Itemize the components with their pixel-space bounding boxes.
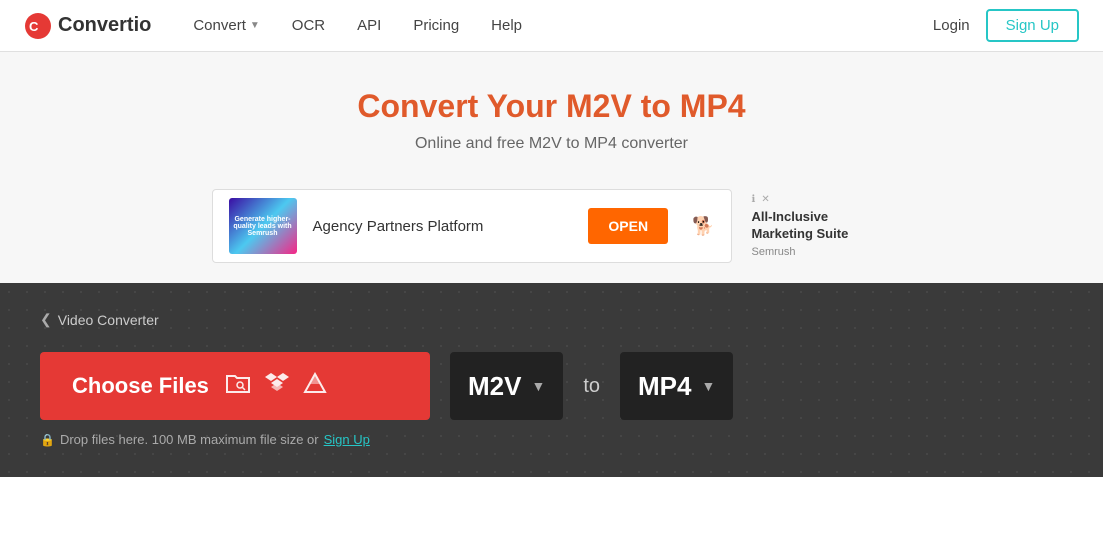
hero-section: Convert Your M2V to MP4 Online and free … (0, 52, 1103, 181)
signup-button[interactable]: Sign Up (986, 9, 1079, 42)
drop-hint: 🔒 Drop files here. 100 MB maximum file s… (40, 432, 1063, 447)
choose-files-button[interactable]: Choose Files (40, 352, 430, 420)
from-format-arrow-icon: ▼ (531, 378, 545, 394)
folder-icon (225, 372, 251, 400)
logo-icon: C (24, 12, 52, 40)
ad-text: Agency Partners Platform (313, 218, 573, 235)
header-right: Login Sign Up (933, 9, 1079, 42)
logo[interactable]: C Convertio (24, 12, 151, 40)
converter-section: ❮ Video Converter Choose Files (0, 283, 1103, 477)
nav-convert[interactable]: Convert ▼ (181, 11, 271, 40)
ad-image: Generate higher-quality leads with Semru… (229, 198, 297, 254)
dropbox-icon (265, 372, 289, 400)
nav-pricing[interactable]: Pricing (401, 11, 471, 40)
to-label: to (583, 375, 600, 398)
to-format-arrow-icon: ▼ (701, 378, 715, 394)
ad-open-button[interactable]: OPEN (588, 208, 668, 244)
from-format-selector[interactable]: M2V ▼ (450, 352, 563, 420)
main-nav: Convert ▼ OCR API Pricing Help (181, 11, 933, 40)
to-format-label: MP4 (638, 371, 691, 402)
video-converter-breadcrumb[interactable]: ❮ Video Converter (40, 311, 1063, 328)
choose-files-icons (225, 372, 327, 400)
nav-ocr[interactable]: OCR (280, 11, 337, 40)
login-button[interactable]: Login (933, 17, 970, 34)
ad-side-top: ℹ ✕ (752, 194, 892, 205)
header: C Convertio Convert ▼ OCR API Pricing He… (0, 0, 1103, 52)
ad-side-brand: Semrush (752, 246, 892, 258)
svg-text:C: C (29, 19, 39, 34)
signup-link[interactable]: Sign Up (324, 432, 370, 447)
from-format-label: M2V (468, 371, 521, 402)
ad-card: Generate higher-quality leads with Semru… (212, 189, 732, 263)
page-title: Convert Your M2V to MP4 (20, 88, 1083, 125)
converter-row: Choose Files (40, 352, 1063, 420)
to-format-selector[interactable]: MP4 ▼ (620, 352, 733, 420)
nav-help[interactable]: Help (479, 11, 534, 40)
info-icon: ℹ (752, 194, 756, 205)
chevron-left-icon: ❮ (40, 311, 52, 328)
nav-api[interactable]: API (345, 11, 393, 40)
ad-close-icon[interactable]: 🐕 (692, 216, 714, 237)
drive-icon (303, 372, 327, 400)
ad-side-title: All-Inclusive Marketing Suite (752, 209, 892, 243)
logo-text: Convertio (58, 14, 151, 37)
lock-icon: 🔒 (40, 433, 55, 447)
convert-arrow-icon: ▼ (250, 20, 260, 31)
ad-banner-area: Generate higher-quality leads with Semru… (0, 181, 1103, 283)
hero-subtitle: Online and free M2V to MP4 converter (20, 135, 1083, 153)
ad-side: ℹ ✕ All-Inclusive Marketing Suite Semrus… (752, 194, 892, 258)
ad-x-icon: ✕ (761, 194, 769, 205)
